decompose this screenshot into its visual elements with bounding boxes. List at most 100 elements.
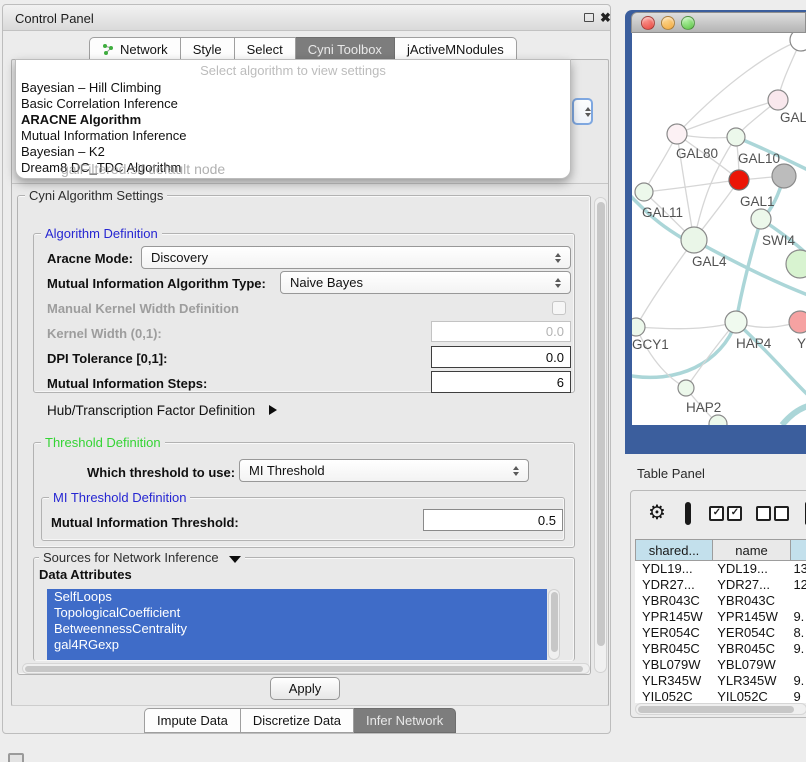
table-row[interactable]: YBR045CYBR045C9. [635,641,806,657]
node-label: HAP4 [736,336,772,351]
aracne-mode-select[interactable]: Discovery [141,246,571,269]
node-label: GAL80 [676,146,718,161]
settings-hscrollbar-thumb[interactable] [25,666,583,672]
column-header-partial[interactable] [791,539,806,561]
which-threshold-select[interactable]: MI Threshold [239,459,529,482]
apply-button[interactable]: Apply [270,677,340,700]
split-view-icon[interactable] [685,502,692,525]
attribute-item[interactable]: BetweennessCentrality [47,621,547,637]
node-gal11[interactable] [635,183,653,201]
window-zoom-button-icon[interactable] [681,16,695,30]
control-panel-title: Control Panel [15,11,94,26]
attribute-item[interactable]: gal4RGexp [47,637,547,653]
mi-steps-input[interactable]: 6 [431,371,571,393]
attribute-item[interactable]: TopologicalCoefficient [47,605,547,621]
dpi-tolerance-input[interactable]: 0.0 [431,346,571,368]
node-swi4[interactable] [786,250,806,278]
sources-title-label: Sources for Network Inference [43,550,219,565]
table-panel: ⚙ ✓✓ shared... name YDL19...YDL19...13 Y… [630,490,806,718]
spinner-icon [555,253,561,263]
table-hscrollbar[interactable] [635,703,806,715]
cell-value: 12 [786,577,806,593]
cell-shared: YDL19... [635,561,710,577]
attributes-scrollbar-thumb[interactable] [551,592,558,652]
cell-value: 13 [786,561,806,577]
table-row[interactable]: YDR27...YDR27...12 [635,577,806,593]
cyni-settings-group-title: Cyni Algorithm Settings [25,188,167,203]
table-row[interactable]: YBL079WYBL079W [635,657,806,673]
algorithm-option-aracne[interactable]: ARACNE Algorithm [16,112,570,128]
settings-hscrollbar[interactable] [22,663,590,674]
mi-threshold-input[interactable]: 0.5 [423,509,563,531]
deselect-all-icon[interactable] [756,506,789,521]
gear-icon[interactable]: ⚙ [648,503,666,523]
mi-threshold-label: Mutual Information Threshold: [51,515,239,530]
select-all-icon[interactable]: ✓✓ [709,506,742,521]
node-label: GAL11 [642,205,683,220]
node-gal4[interactable] [681,227,707,253]
algorithm-placeholder: Select algorithm to view settings [16,60,570,80]
cell-name: YIL052C [710,689,786,703]
node-gcy1[interactable] [632,318,645,336]
mi-threshold-value: 0.5 [538,513,556,528]
node-red-selected[interactable] [729,170,749,190]
node-gal10[interactable] [727,128,745,146]
close-icon[interactable]: ✖ [600,10,611,26]
clipped-corner-icon[interactable] [8,753,24,762]
algorithm-combo-spinner-icon[interactable] [572,98,593,125]
column-header-shared[interactable]: shared... [635,539,713,561]
tab-select-label: Select [247,42,283,57]
manual-kernel-checkbox[interactable] [552,301,566,315]
algorithm-option[interactable]: Bayesian – Hill Climbing [16,80,570,96]
node-gal80[interactable] [667,124,687,144]
algorithm-definition-title: Algorithm Definition [41,226,162,241]
table-row[interactable]: YPR145WYPR145W9. [635,609,806,625]
cell-value: 9. [786,609,806,625]
dpi-tolerance-value: 0.0 [546,350,564,365]
mi-steps-label: Mutual Information Steps: [47,376,207,391]
cell-shared: YER054C [635,625,710,641]
node-salmon[interactable] [789,311,806,333]
tab-discretize-data[interactable]: Discretize Data [241,708,354,733]
tab-impute-data[interactable]: Impute Data [144,708,241,733]
mi-type-select[interactable]: Naive Bayes [280,271,571,294]
settings-scrollbar-thumb[interactable] [597,202,605,646]
attributes-scrollbar[interactable] [548,589,560,660]
tab-impute-data-label: Impute Data [157,713,228,728]
node-top-right[interactable] [790,33,806,51]
cell-shared: YPR145W [635,609,710,625]
window-minimize-button-icon[interactable] [661,16,675,30]
table-row[interactable]: YIL052CYIL052C9 [635,689,806,703]
table-row[interactable]: YER054CYER054C8. [635,625,806,641]
settings-scrollbar[interactable] [594,197,607,673]
network-canvas[interactable]: GAL GAL80 GAL10 GAL1 GAL11 SWI4 GAL4 GCY… [632,33,806,425]
table-row[interactable]: YDL19...YDL19...13 [635,561,806,577]
cell-name: YBR045C [710,641,786,657]
kernel-width-input[interactable]: 0.0 [431,321,571,342]
network-window-titlebar [631,12,806,33]
tab-infer-network[interactable]: Infer Network [354,708,456,733]
table-row[interactable]: YLR345WYLR345W9. [635,673,806,689]
node-label: Y [797,336,806,351]
window-close-button-icon[interactable] [641,16,655,30]
table-row[interactable]: YBR043CYBR043C [635,593,806,609]
hub-definition-toggle[interactable]: Hub/Transcription Factor Definition [47,403,277,418]
attribute-item[interactable]: SelfLoops [47,589,547,605]
algorithm-option[interactable]: Mutual Information Inference [16,128,570,144]
node-gal1[interactable] [751,209,771,229]
float-icon[interactable] [584,13,594,22]
cell-name: YBL079W [710,657,786,673]
algorithm-option[interactable]: Bayesian – K2 [16,144,570,160]
column-header-name[interactable]: name [713,539,791,561]
cell-name: YDL19... [710,561,786,577]
node-hap2[interactable] [678,380,694,396]
sources-group-title[interactable]: Sources for Network Inference [39,550,245,565]
node-gray[interactable] [772,164,796,188]
cell-value [786,657,806,673]
node-hap4[interactable] [725,311,747,333]
node-gal-pink[interactable] [768,90,788,110]
algorithm-option[interactable]: Basic Correlation Inference [16,96,570,112]
table-hscrollbar-thumb[interactable] [638,706,794,713]
node-bottom[interactable] [709,415,727,425]
node-label: GAL1 [740,194,775,209]
